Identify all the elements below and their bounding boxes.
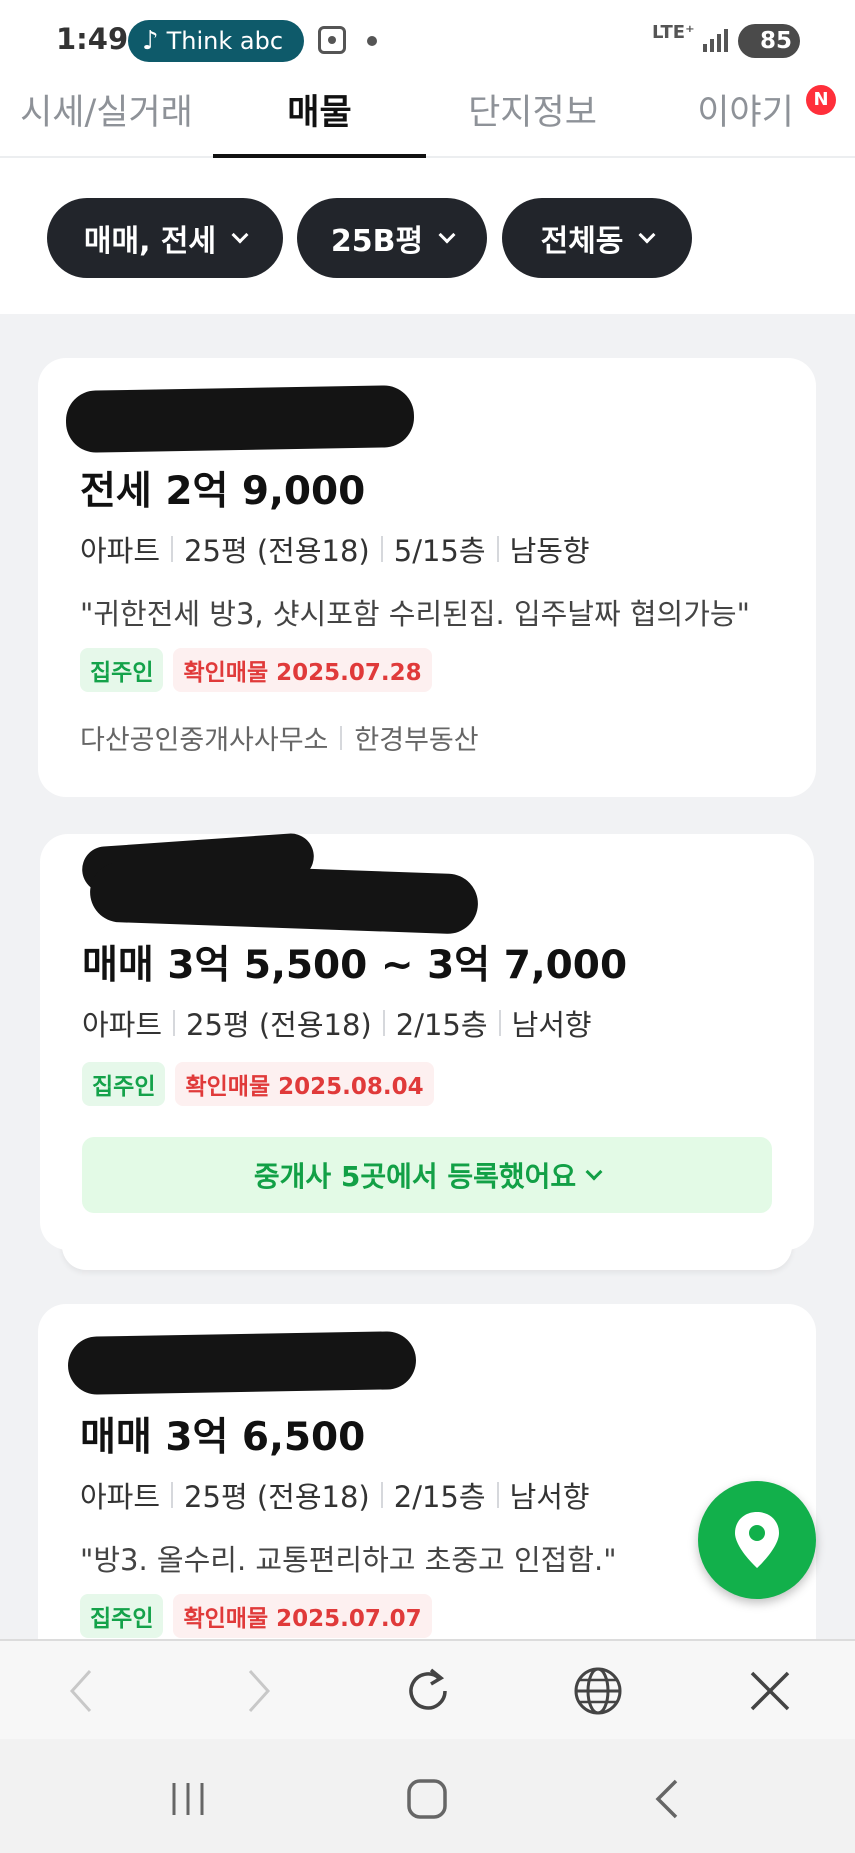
tab-label: 단지정보 xyxy=(468,93,597,133)
tab-listings[interactable]: 매물 xyxy=(213,80,426,158)
refresh-icon xyxy=(409,1668,447,1710)
property-area: 25평 (전용18) xyxy=(184,1480,370,1514)
filter-label: 25B평 xyxy=(330,224,424,259)
listing-tags: 집주인 확인매물 2025.07.28 xyxy=(80,648,432,692)
owner-tag: 집주인 xyxy=(80,648,164,692)
chevron-down-icon xyxy=(638,226,656,244)
map-location-button[interactable] xyxy=(698,1481,816,1599)
listing-price: 매매 3억 6,500 xyxy=(80,1415,366,1460)
tab-label: 이야기 xyxy=(697,93,794,133)
confirmed-tag: 확인매물 2025.08.04 xyxy=(175,1062,434,1106)
recent-apps-button[interactable] xyxy=(158,1769,218,1829)
chevron-down-icon xyxy=(585,1163,603,1181)
filter-deal-type[interactable]: 매매, 전세 xyxy=(47,198,283,278)
listing-card[interactable]: 매매 3억 5,500 ~ 3억 7,000 아파트 25평 (전용18) 2/… xyxy=(40,831,814,1250)
close-button[interactable] xyxy=(738,1659,802,1723)
globe-icon xyxy=(574,1667,622,1715)
tab-complex-info[interactable]: 단지정보 xyxy=(426,80,639,158)
clock: 1:49 xyxy=(56,22,129,56)
media-title: Think abc xyxy=(166,27,284,55)
system-back-button[interactable] xyxy=(638,1769,698,1829)
redacted-title xyxy=(89,861,479,935)
property-type: 아파트 xyxy=(82,1008,163,1042)
chevron-left-icon xyxy=(69,1669,92,1713)
property-direction: 남동향 xyxy=(509,534,590,568)
property-floor: 2/15층 xyxy=(393,1480,486,1514)
browser-toolbar xyxy=(0,1639,855,1739)
map-pin-icon xyxy=(735,1512,779,1568)
owner-tag: 집주인 xyxy=(80,1594,164,1638)
back-button[interactable] xyxy=(50,1659,114,1723)
refresh-button[interactable] xyxy=(396,1659,460,1723)
property-type: 아파트 xyxy=(80,534,161,568)
property-direction: 남서향 xyxy=(509,1480,590,1514)
close-icon xyxy=(750,1671,790,1711)
home-button[interactable] xyxy=(397,1769,457,1829)
property-type: 아파트 xyxy=(80,1480,161,1514)
filter-label: 전체동 xyxy=(540,224,624,259)
chevron-right-icon xyxy=(248,1669,271,1713)
tab-label: 시세/실거래 xyxy=(20,93,193,133)
confirmed-tag: 확인매물 2025.07.07 xyxy=(173,1594,432,1638)
broker-count-label: 중개사 5곳에서 등록했어요 xyxy=(253,1160,577,1193)
listing-tags: 집주인 확인매물 2025.07.07 xyxy=(80,1594,432,1638)
property-direction: 남서향 xyxy=(511,1008,592,1042)
filter-row: 매매, 전세 25B평 전체동 xyxy=(0,158,855,314)
listing-price: 전세 2억 9,000 xyxy=(80,469,366,514)
music-note-icon: ♪ xyxy=(142,26,159,56)
notification-dot-icon xyxy=(367,36,377,46)
screen-record-icon xyxy=(318,26,346,54)
listing-meta: 아파트 25평 (전용18) 2/15층 남서향 xyxy=(82,1002,592,1044)
filter-label: 매매, 전세 xyxy=(83,224,217,259)
redacted-title xyxy=(67,1330,417,1396)
owner-tag: 집주인 xyxy=(82,1062,166,1106)
back-icon xyxy=(655,1779,678,1819)
agency-name: 한경부동산 xyxy=(354,725,479,756)
listing-description: "귀한전세 방3, 샷시포함 수리된집. 입주날짜 협의가능" xyxy=(80,597,750,631)
property-area: 25평 (전용18) xyxy=(184,534,370,568)
listing-price: 매매 3억 5,500 ~ 3억 7,000 xyxy=(82,943,628,988)
system-nav-bar xyxy=(0,1739,855,1853)
confirmed-tag: 확인매물 2025.07.28 xyxy=(173,648,432,692)
recent-apps-icon xyxy=(172,1783,204,1815)
agency-list: 다산공인중개사사무소 한경부동산 xyxy=(80,718,479,757)
tab-label: 매물 xyxy=(287,93,352,133)
home-icon xyxy=(407,1779,447,1819)
tab-stories[interactable]: 이야기 N xyxy=(639,80,852,158)
tab-bar: 시세/실거래 매물 단지정보 이야기 N xyxy=(0,80,855,158)
signal-icon xyxy=(703,26,729,52)
property-floor: 5/15층 xyxy=(393,534,486,568)
listing-meta: 아파트 25평 (전용18) 5/15층 남동향 xyxy=(80,528,590,570)
chevron-down-icon xyxy=(231,226,249,244)
property-area: 25평 (전용18) xyxy=(186,1008,372,1042)
media-notification-pill[interactable]: ♪ Think abc xyxy=(128,20,304,62)
listing-card[interactable]: 전세 2억 9,000 아파트 25평 (전용18) 5/15층 남동향 "귀한… xyxy=(38,358,816,797)
tab-price-history[interactable]: 시세/실거래 xyxy=(0,80,213,158)
chevron-down-icon xyxy=(438,226,456,244)
filter-area[interactable]: 25B평 xyxy=(297,198,487,278)
filter-building[interactable]: 전체동 xyxy=(502,198,692,278)
forward-button[interactable] xyxy=(226,1659,290,1723)
agency-name: 다산공인중개사사무소 xyxy=(80,725,329,756)
new-badge: N xyxy=(806,85,836,115)
battery-level: 85 xyxy=(759,28,792,54)
broker-count-button[interactable]: 중개사 5곳에서 등록했어요 xyxy=(82,1137,772,1213)
battery-indicator: 85 xyxy=(738,24,800,58)
network-type: LTE⁺ xyxy=(652,22,695,43)
listing-tags: 집주인 확인매물 2025.08.04 xyxy=(82,1062,434,1106)
listing-description: "방3. 올수리. 교통편리하고 초중고 인접함." xyxy=(80,1543,617,1577)
property-floor: 2/15층 xyxy=(395,1008,488,1042)
listing-meta: 아파트 25평 (전용18) 2/15층 남서향 xyxy=(80,1474,590,1516)
status-bar: 1:49 ♪ Think abc LTE⁺ 85 xyxy=(0,0,855,80)
translate-button[interactable] xyxy=(566,1659,630,1723)
redacted-title xyxy=(65,384,415,454)
